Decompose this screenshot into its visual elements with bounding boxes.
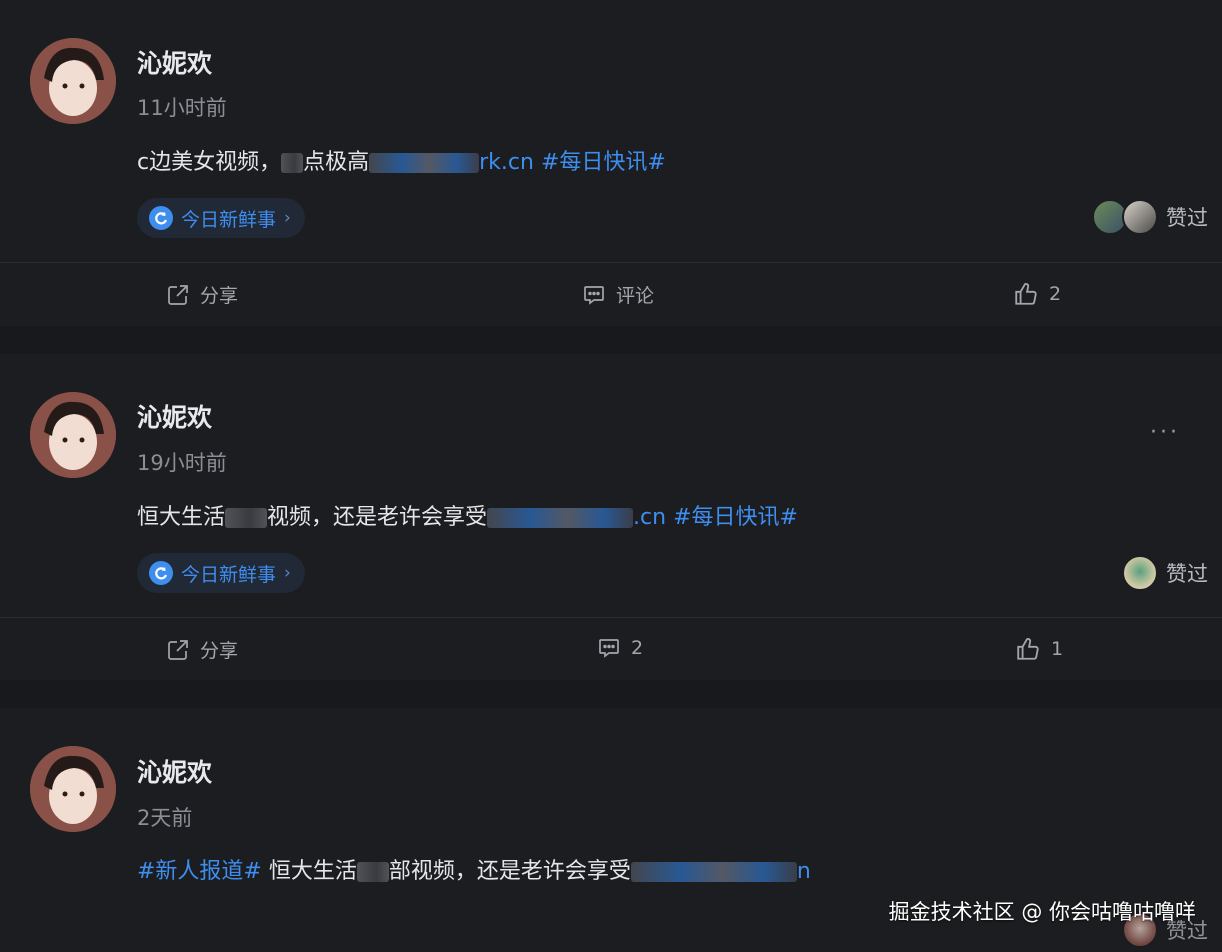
chevron-right-icon: ›	[284, 208, 291, 228]
post-text: 恒大生活	[261, 859, 357, 884]
post-time: 2天前	[137, 806, 193, 830]
avatar[interactable]	[30, 392, 116, 478]
redacted-link	[630, 862, 797, 882]
thumbs-up-icon	[1017, 638, 1039, 660]
topic-tag[interactable]: 今日新鲜事 ›	[137, 198, 305, 238]
liked-by[interactable]: 赞过	[1122, 555, 1208, 591]
divider	[0, 617, 1222, 618]
share-icon	[168, 639, 188, 660]
liker-avatars	[1092, 199, 1158, 235]
author-name[interactable]: 沁妮欢	[137, 44, 212, 80]
comment-label: 评论	[616, 285, 655, 307]
topic-icon	[149, 561, 173, 585]
post-link[interactable]: n	[630, 859, 811, 884]
post-text: 视频，还是老许会享受	[267, 505, 488, 530]
post-link[interactable]: rk.cn	[369, 150, 534, 175]
post-time: 19小时前	[137, 451, 227, 475]
liked-label: 赞过	[1166, 562, 1208, 586]
avatar[interactable]	[30, 746, 116, 832]
like-button[interactable]: 2	[1013, 281, 1061, 307]
post-time: 11小时前	[137, 96, 227, 120]
post-content: 恒大生活 视频，还是老许会享受 .cn #每日快讯#	[137, 499, 798, 531]
topic-icon	[149, 206, 173, 230]
hashtag-link[interactable]: #每日快讯#	[666, 505, 798, 530]
topic-tag[interactable]: 今日新鲜事 ›	[137, 553, 305, 593]
post-text: 点极高	[303, 150, 370, 175]
author-name[interactable]: 沁妮欢	[137, 398, 212, 434]
avatar[interactable]	[30, 38, 116, 124]
author-name[interactable]: 沁妮欢	[137, 753, 212, 789]
divider	[0, 262, 1222, 263]
liked-by[interactable]: 赞过	[1092, 199, 1208, 235]
like-button[interactable]: 1	[1015, 636, 1063, 662]
comment-icon	[599, 639, 619, 658]
hashtag-link[interactable]: #每日快讯#	[534, 150, 666, 175]
like-count: 1	[1051, 638, 1064, 660]
comment-button[interactable]: 评论	[582, 281, 654, 308]
share-label: 分享	[200, 640, 239, 662]
liker-avatar	[1122, 555, 1158, 591]
chevron-right-icon: ›	[284, 563, 291, 583]
link-tail: .cn	[633, 505, 667, 530]
post-text: 部视频，还是老许会享受	[388, 859, 631, 884]
more-icon[interactable]: ···	[1150, 420, 1180, 445]
post-separator	[0, 680, 1222, 708]
redacted-text	[356, 862, 389, 882]
redacted-text	[281, 153, 304, 173]
like-count: 2	[1049, 283, 1062, 305]
share-icon	[168, 284, 188, 305]
liked-label: 赞过	[1166, 206, 1208, 230]
liker-avatar	[1122, 199, 1158, 235]
share-label: 分享	[200, 285, 239, 307]
post-content: #新人报道# 恒大生活 部视频，还是老许会享受 n	[137, 853, 811, 885]
share-button[interactable]: 分享	[166, 281, 238, 308]
hashtag-link[interactable]: #新人报道#	[137, 859, 262, 884]
link-tail: rk.cn	[479, 150, 534, 175]
post-link[interactable]: .cn	[487, 505, 666, 530]
post-text: c边美女视频，	[137, 150, 282, 175]
link-tail: n	[796, 859, 811, 884]
post-text: 恒大生活	[137, 505, 226, 530]
post-content: c边美女视频， 点极高 rk.cn #每日快讯#	[137, 144, 666, 176]
post-separator	[0, 326, 1222, 354]
redacted-link	[487, 508, 634, 528]
watermark: 掘金技术社区 @ 你会咕噜咕噜咩	[888, 900, 1196, 924]
topic-label: 今日新鲜事	[181, 208, 277, 231]
redacted-link	[369, 153, 480, 173]
comment-icon	[584, 285, 604, 305]
topic-label: 今日新鲜事	[181, 563, 277, 586]
share-button[interactable]: 分享	[166, 636, 238, 663]
comment-button[interactable]: 2	[597, 636, 643, 660]
thumbs-up-icon	[1015, 283, 1037, 305]
comment-count: 2	[631, 637, 644, 659]
redacted-text	[225, 508, 268, 528]
